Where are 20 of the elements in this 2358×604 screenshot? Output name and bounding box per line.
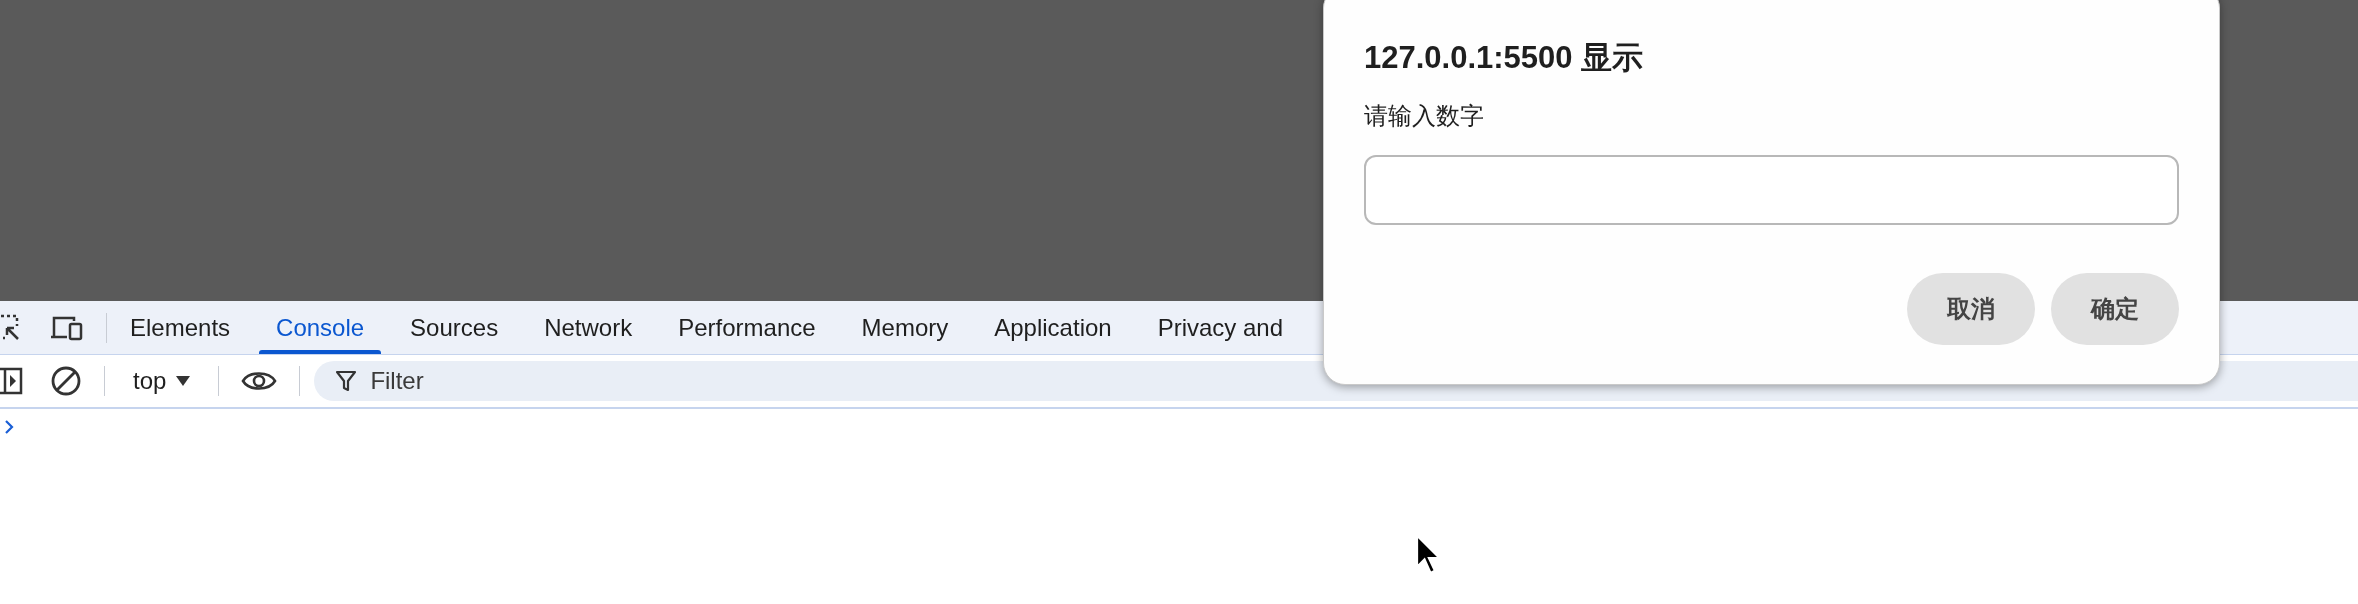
input-field[interactable] [1364,155,2179,226]
clear-console-icon[interactable] [50,365,82,397]
panel-tab[interactable]: Console [253,301,388,354]
panel-tab[interactable]: Network [521,301,656,354]
panel-tab[interactable]: Performance [655,301,839,354]
panel-tab[interactable]: Elements [107,301,254,354]
panel-tab[interactable]: Privacy and [1134,301,1307,354]
cancel-button[interactable]: 取消 [1907,273,2035,346]
panel-tab[interactable]: Application [971,301,1135,354]
context-dropdown[interactable]: top [127,363,197,399]
dialog-title: 127.0.0.1:5500 显示 [1364,39,1645,77]
dialog-message: 请输入数字 [1364,101,1485,132]
sidebar-toggle-icon[interactable] [0,366,24,396]
panel-tab[interactable]: Sources [387,301,522,354]
eye-icon[interactable] [241,369,278,393]
ok-button[interactable]: 确定 [2051,273,2179,346]
dropdown-caret-icon [176,376,191,386]
console-prompt-icon [4,419,14,435]
filter-icon [336,370,357,392]
panel-tab[interactable]: Memory [838,301,972,354]
